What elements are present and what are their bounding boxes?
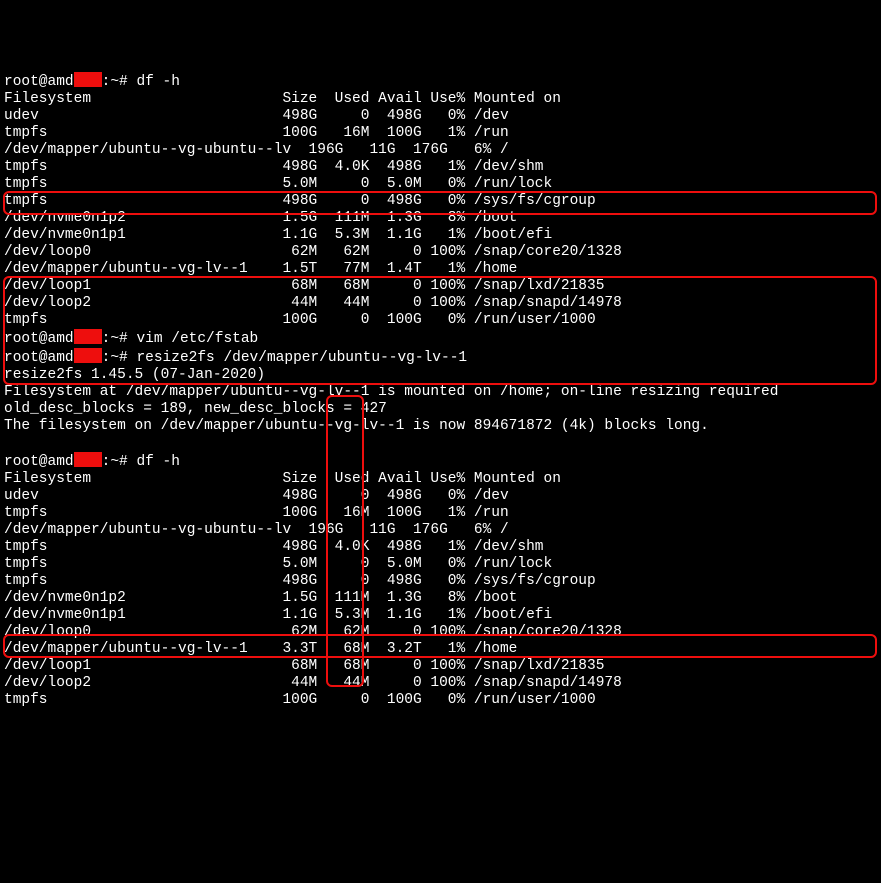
resize-output: old_desc_blocks = 189, new_desc_blocks =…: [4, 401, 387, 417]
prompt-line: root@amd:~# df -h: [4, 74, 180, 90]
df-header: Filesystem Size Used Avail Use% Mounted …: [4, 91, 561, 107]
df-row: /dev/loop2 44M 44M 0 100% /snap/snapd/14…: [4, 295, 622, 311]
df-row: tmpfs 5.0M 0 5.0M 0% /run/lock: [4, 176, 552, 192]
df-row: /dev/loop2 44M 44M 0 100% /snap/snapd/14…: [4, 675, 622, 691]
df-row-highlight-home: /dev/mapper/ubuntu--vg-lv--1 3.3T 68M 3.…: [4, 641, 517, 657]
df-row: /dev/mapper/ubuntu--vg-ubuntu--lv 196G 1…: [4, 522, 509, 538]
redacted-host: [74, 348, 102, 363]
df-row: tmpfs 498G 4.0K 498G 1% /dev/shm: [4, 539, 544, 555]
redacted-host: [74, 452, 102, 467]
df-row: tmpfs 5.0M 0 5.0M 0% /run/lock: [4, 556, 552, 572]
redacted-host: [74, 329, 102, 344]
df-row: /dev/nvme0n1p2 1.5G 111M 1.3G 8% /boot: [4, 590, 517, 606]
df-row: /dev/nvme0n1p2 1.5G 111M 1.3G 8% /boot: [4, 210, 517, 226]
df-row: /dev/loop0 62M 62M 0 100% /snap/core20/1…: [4, 244, 622, 260]
df-row: udev 498G 0 498G 0% /dev: [4, 488, 509, 504]
df-row: /dev/nvme0n1p1 1.1G 5.3M 1.1G 1% /boot/e…: [4, 607, 552, 623]
prompt-line: root@amd:~# vim /etc/fstab: [4, 331, 258, 347]
resize-output: The filesystem on /dev/mapper/ubuntu--vg…: [4, 418, 709, 434]
df-row-highlight-home: /dev/mapper/ubuntu--vg-lv--1 1.5T 77M 1.…: [4, 261, 517, 277]
terminal-output: root@amd:~# df -h Filesystem Size Used A…: [4, 72, 877, 709]
prompt-line: root@amd:~# resize2fs /dev/mapper/ubuntu…: [4, 350, 467, 366]
df-row: /dev/mapper/ubuntu--vg-ubuntu--lv 196G 1…: [4, 142, 509, 158]
df-header: Filesystem Size Used Avail Use% Mounted …: [4, 471, 561, 487]
df-row: /dev/loop1 68M 68M 0 100% /snap/lxd/2183…: [4, 278, 604, 294]
redacted-host: [74, 72, 102, 87]
df-row: tmpfs 100G 16M 100G 1% /run: [4, 125, 509, 141]
df-row: tmpfs 100G 0 100G 0% /run/user/1000: [4, 312, 596, 328]
df-row: tmpfs 498G 0 498G 0% /sys/fs/cgroup: [4, 193, 596, 209]
df-row: /dev/loop0 62M 62M 0 100% /snap/core20/1…: [4, 624, 622, 640]
resize-output: resize2fs 1.45.5 (07-Jan-2020): [4, 367, 265, 383]
df-row: tmpfs 498G 0 498G 0% /sys/fs/cgroup: [4, 573, 596, 589]
resize-output: Filesystem at /dev/mapper/ubuntu--vg-lv-…: [4, 384, 778, 400]
df-row: tmpfs 498G 4.0K 498G 1% /dev/shm: [4, 159, 544, 175]
df-row: tmpfs 100G 16M 100G 1% /run: [4, 505, 509, 521]
prompt-line: root@amd:~# df -h: [4, 454, 180, 470]
df-row: /dev/nvme0n1p1 1.1G 5.3M 1.1G 1% /boot/e…: [4, 227, 552, 243]
df-row: /dev/loop1 68M 68M 0 100% /snap/lxd/2183…: [4, 658, 604, 674]
df-row: udev 498G 0 498G 0% /dev: [4, 108, 509, 124]
